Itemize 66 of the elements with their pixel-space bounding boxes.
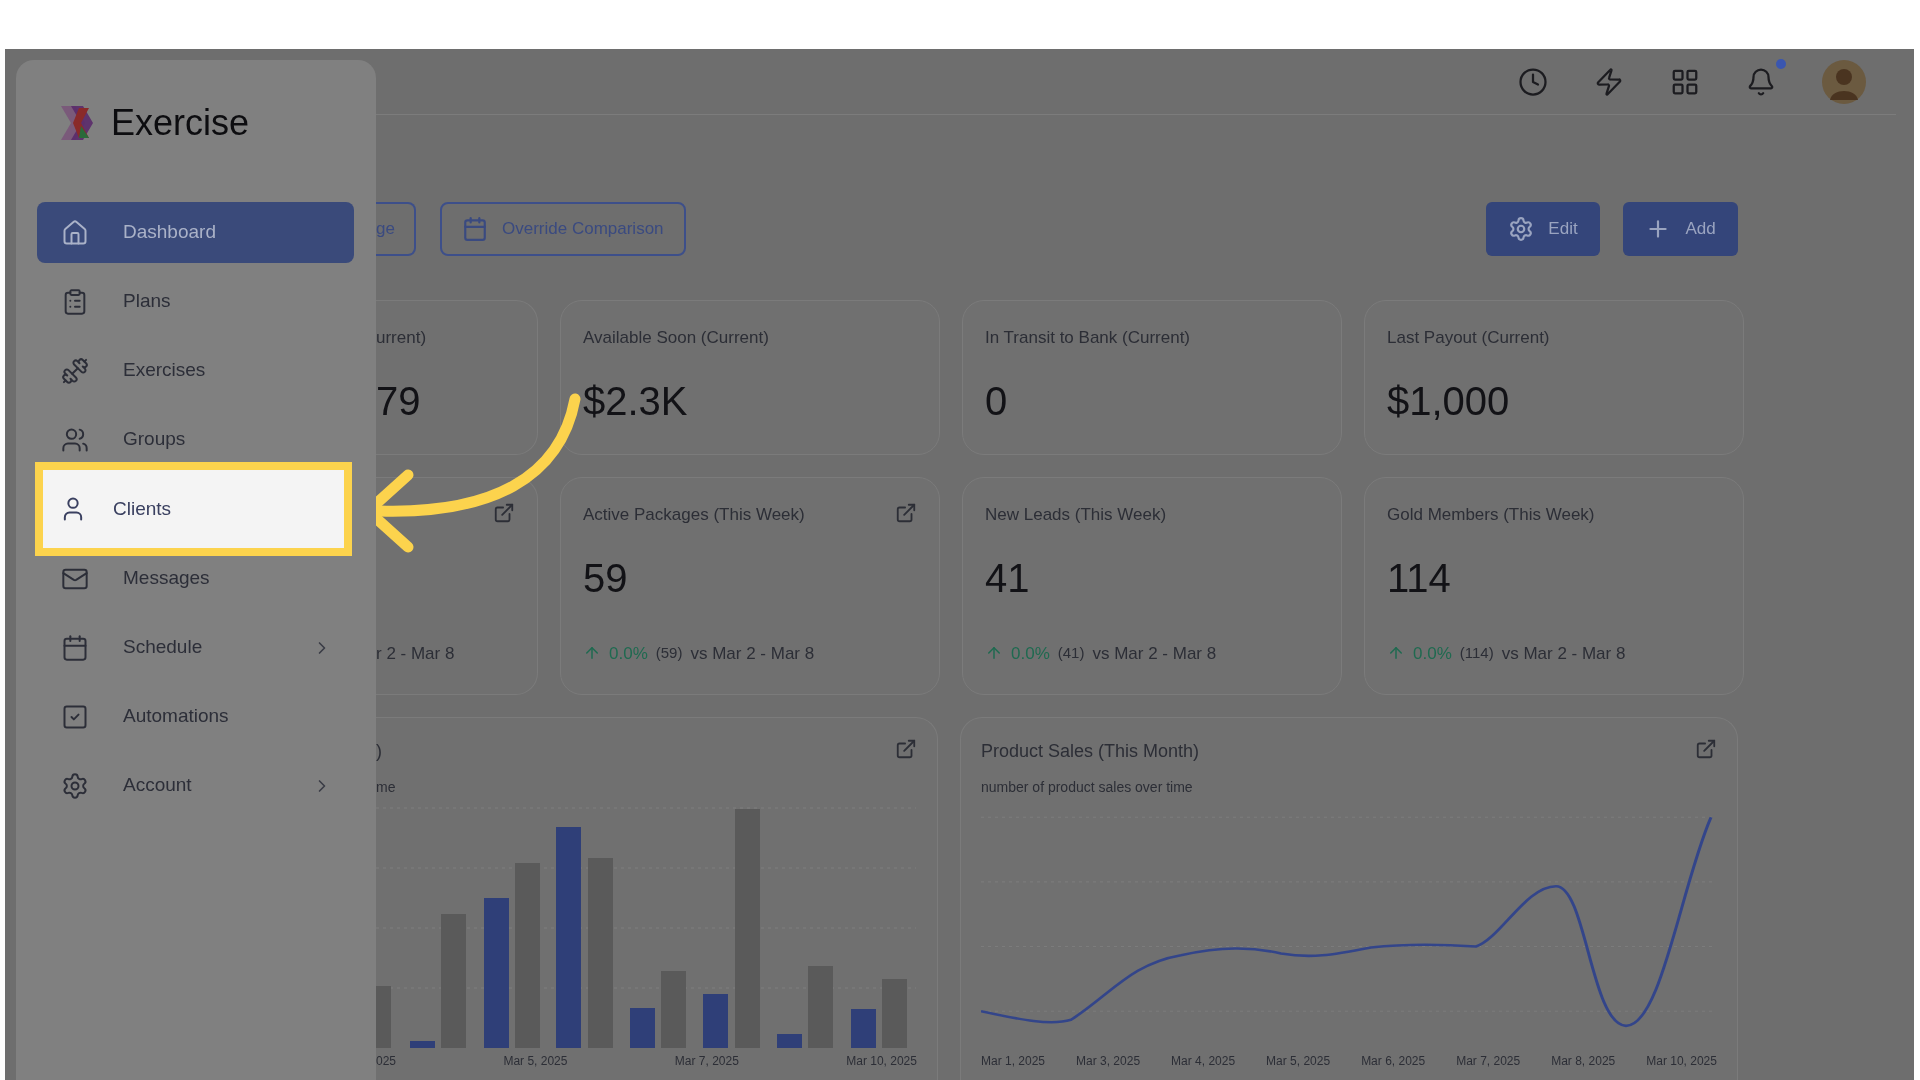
change-percent: 0.0%: [609, 642, 648, 665]
external-link-icon[interactable]: [493, 502, 515, 524]
chart-title: Product Sales (This Month): [981, 740, 1200, 763]
card-title: Active Packages (This Week): [583, 504, 805, 526]
axis-label: Mar 7, 2025: [674, 1053, 739, 1070]
card-title: Last Payout (Current): [1387, 327, 1550, 349]
calendar-icon: [462, 216, 488, 242]
sidebar-item[interactable]: Messages: [37, 560, 354, 597]
lightning-icon[interactable]: [1594, 66, 1624, 97]
card-value: 59: [583, 555, 629, 602]
avatar[interactable]: [1822, 59, 1866, 104]
change-percent: 0.0%: [1011, 642, 1050, 665]
bell-icon[interactable]: [1746, 66, 1776, 97]
sidebar-item[interactable]: Plans: [37, 283, 354, 320]
compare-period: vs Mar 2 - Mar 8: [1501, 642, 1626, 665]
gear-icon: [1508, 216, 1535, 242]
change-count: (59): [655, 643, 683, 663]
dumbbell-icon: [61, 356, 89, 385]
axis-label: Mar 3, 2025: [1076, 1053, 1141, 1070]
axis-label: Mar 10, 2025: [1646, 1053, 1717, 1070]
axis-label: Mar 5, 2025: [503, 1053, 568, 1070]
sidebar-item[interactable]: Exercises: [37, 352, 354, 389]
change-percent: 0.0%: [1413, 642, 1452, 665]
gear-icon: [61, 771, 89, 800]
sidebar-item[interactable]: Groups: [37, 421, 354, 458]
sidebar-item[interactable]: Account: [37, 767, 354, 804]
clock-icon[interactable]: [1518, 66, 1548, 97]
sidebar-item[interactable]: Schedule: [37, 629, 354, 666]
axis-label: Mar 5, 2025: [1266, 1053, 1331, 1070]
card-title: New Leads (This Week): [985, 504, 1167, 526]
card-title: urrent): [376, 327, 427, 349]
external-link-icon[interactable]: [895, 502, 917, 524]
chart-subtitle: me: [376, 778, 397, 797]
change-count: (114): [1459, 643, 1494, 663]
axis-label: 025: [376, 1053, 397, 1070]
card-value: 79: [376, 378, 422, 425]
compare-period: r 2 - Mar 8: [376, 642, 455, 665]
external-link-icon[interactable]: [1695, 738, 1717, 760]
axis-label: Mar 4, 2025: [1171, 1053, 1236, 1070]
axis-label: Mar 1, 2025: [981, 1053, 1046, 1070]
edit-button[interactable]: Edit: [1486, 202, 1600, 256]
change-count: (41): [1057, 643, 1085, 663]
axis-label: Mar 7, 2025: [1456, 1053, 1521, 1070]
axis-label: Mar 6, 2025: [1361, 1053, 1426, 1070]
card-value: $2.3K: [583, 378, 689, 425]
sidebar-item[interactable]: Clients: [35, 462, 352, 556]
card-value: 114: [1387, 555, 1452, 602]
axis-label: Mar 10, 2025: [846, 1053, 917, 1070]
compare-period: vs Mar 2 - Mar 8: [1092, 642, 1217, 665]
home-icon: [61, 218, 89, 247]
brand-name: Exercise: [111, 105, 250, 141]
axis-label: Mar 8, 2025: [1551, 1053, 1616, 1070]
external-link-icon[interactable]: [895, 738, 917, 760]
card-value: 41: [985, 555, 1031, 602]
card-title: In Transit to Bank (Current): [985, 327, 1191, 349]
compare-period: vs Mar 2 - Mar 8: [690, 642, 815, 665]
card-value: 0: [985, 378, 1009, 425]
sidebar-item[interactable]: Automations: [37, 698, 354, 735]
sidebar-item[interactable]: Dashboard: [37, 202, 354, 263]
chart-title: ): [376, 740, 382, 763]
add-button[interactable]: Add: [1623, 202, 1738, 256]
calendar-icon: [61, 633, 89, 662]
card-title: Gold Members (This Week): [1387, 504, 1595, 526]
chart-subtitle: number of product sales over time: [981, 778, 1194, 797]
card-title: Available Soon (Current): [583, 327, 769, 349]
card-value: $1,000: [1387, 378, 1511, 425]
